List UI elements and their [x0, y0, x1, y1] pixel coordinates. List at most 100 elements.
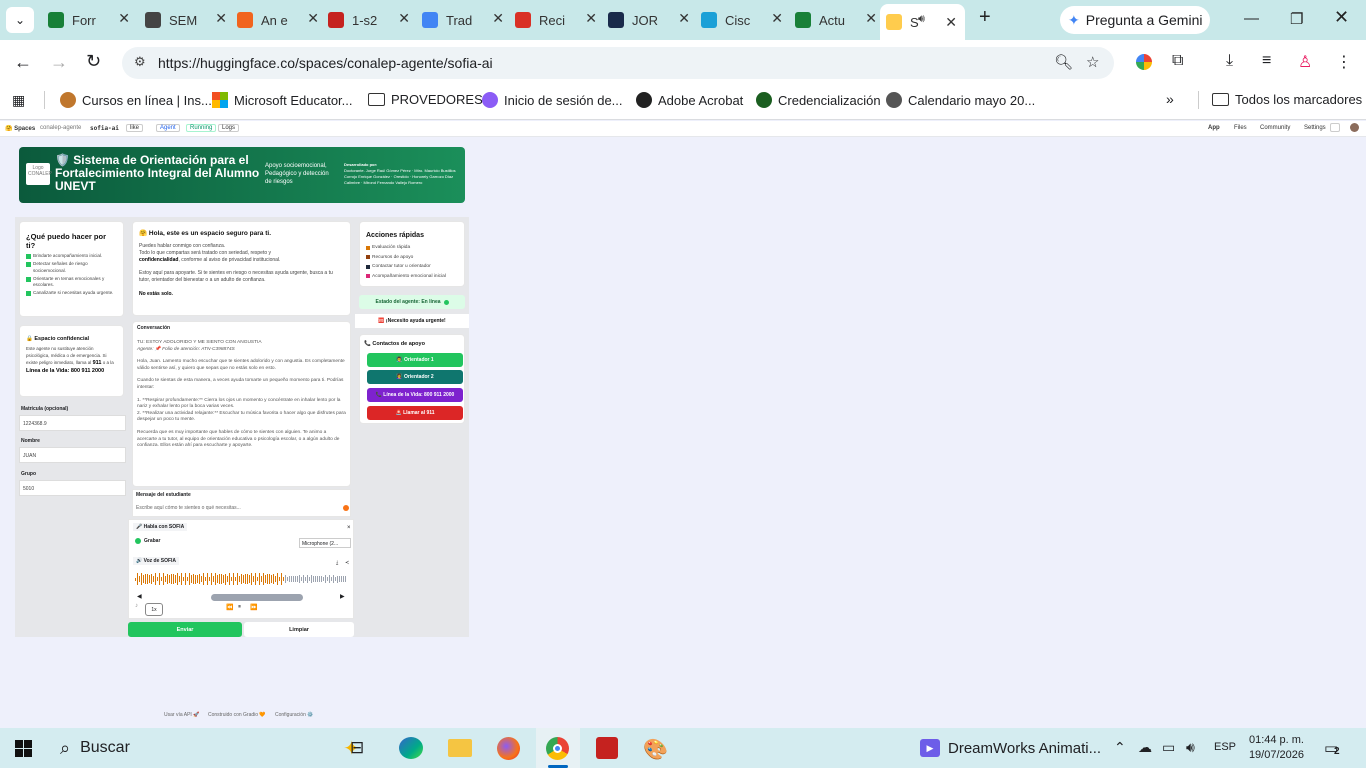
profile-sync-icon[interactable]	[1136, 54, 1152, 70]
hf-more-button[interactable]	[1330, 123, 1340, 132]
extensions-icon[interactable]: ⧉	[1172, 52, 1183, 70]
close-tab-icon[interactable]: ✕	[307, 10, 319, 27]
bookmark-item[interactable]: Cursos en línea | Ins...	[60, 92, 212, 108]
forward-audio-icon[interactable]: ⏩	[250, 604, 257, 611]
close-tab-icon[interactable]: ✕	[215, 10, 227, 27]
quick-action-item[interactable]: Contactar tutor u orientador	[366, 262, 458, 272]
microphone-select[interactable]: Microphone (2...	[299, 538, 351, 548]
record-button[interactable]: Grabar	[135, 538, 160, 544]
media-control-icon[interactable]: ≡	[1262, 52, 1271, 70]
browser-tab[interactable]: Cisc ✕	[701, 6, 783, 34]
minimize-icon[interactable]: —	[1244, 10, 1259, 27]
download-icon[interactable]: ⤓	[1226, 52, 1233, 70]
hf-owner[interactable]: conalep-agente	[40, 125, 81, 131]
hf-like-button[interactable]: like	[126, 124, 144, 132]
scroll-right-icon[interactable]: ▶	[340, 593, 345, 600]
hf-user-avatar[interactable]	[1350, 123, 1359, 132]
contact-button[interactable]: 🚨 Llamar al 911	[367, 406, 463, 420]
cloud-sync-icon[interactable]: ☁	[1138, 739, 1152, 756]
browser-tab[interactable]: Trad ✕	[422, 6, 504, 34]
profile-avatar-icon[interactable]: ♙	[1298, 52, 1312, 72]
site-info-icon[interactable]: ⚙	[134, 54, 146, 70]
edge-icon[interactable]	[399, 737, 423, 759]
bookmark-item[interactable]: Credencialización	[756, 92, 881, 108]
hf-nav-files[interactable]: Files	[1234, 125, 1247, 131]
contact-button[interactable]: 👩‍🏫 Orientador 2	[367, 370, 463, 384]
voice-share-icon[interactable]: ≺	[345, 560, 349, 566]
close-tab-icon[interactable]: ✕	[771, 10, 783, 27]
forward-icon[interactable]: →	[50, 52, 68, 73]
footer-built-with[interactable]: Construido con Gradio 🧡	[208, 712, 266, 718]
task-view-icon[interactable]: ⊟	[350, 738, 364, 758]
contact-button[interactable]: 📞 Línea de la Vida: 800 911 2000	[367, 388, 463, 402]
firefox-icon[interactable]	[497, 737, 520, 760]
audio-waveform[interactable]	[135, 573, 349, 585]
audio-scrollbar[interactable]	[211, 594, 303, 601]
tab-audio-icon[interactable]: 🔊︎	[918, 13, 925, 26]
start-windows-icon[interactable]	[15, 740, 32, 757]
footer-api-link[interactable]: Usar vía API 🚀	[164, 712, 199, 718]
more-bookmarks-icon[interactable]: »	[1166, 91, 1174, 107]
bookmark-item[interactable]: PROVEDORES	[368, 92, 483, 107]
apps-grid-icon[interactable]: ▦	[12, 92, 25, 109]
close-tab-icon[interactable]: ✕	[585, 10, 597, 27]
all-bookmarks-folder[interactable]: Todos los marcadores	[1212, 92, 1362, 107]
browser-tab[interactable]: Forr ✕	[48, 6, 130, 34]
language-indicator[interactable]: ESP	[1214, 741, 1236, 753]
chrome-taskbar-button[interactable]	[536, 728, 580, 768]
clock[interactable]: 01:44 p. m. 19/07/2026	[1248, 733, 1304, 763]
browser-tab[interactable]: 1-s2 ✕	[328, 6, 410, 34]
close-tab-icon[interactable]: ✕	[945, 14, 957, 31]
network-icon[interactable]: ▭	[1162, 739, 1175, 756]
new-tab-icon[interactable]: +	[979, 6, 991, 29]
quick-action-item[interactable]: Acompañamiento emocional inicial	[366, 272, 458, 282]
browser-tab[interactable]: SEM ✕	[145, 6, 227, 34]
clear-button[interactable]: Limpiar	[244, 622, 354, 637]
message-input[interactable]: Escribe aquí cómo te sientes o qué neces…	[136, 505, 346, 511]
grupo-input[interactable]: 5010	[19, 480, 126, 496]
browser-tab[interactable]: Actu ✕	[795, 6, 877, 34]
hf-nav-app[interactable]: App	[1208, 125, 1220, 131]
pause-icon[interactable]: ⏸	[238, 604, 241, 611]
urgent-help-button[interactable]: 🆘 ¡Necesito ayuda urgente!	[355, 314, 469, 328]
close-tab-icon[interactable]: ✕	[398, 10, 410, 27]
paint-icon[interactable]: 🎨	[643, 737, 668, 762]
zoom-icon[interactable]: 🔍︎	[1054, 53, 1073, 71]
bookmark-item[interactable]: Inicio de sesión de...	[482, 92, 623, 108]
close-window-icon[interactable]: ✕	[1334, 7, 1349, 28]
hf-repo[interactable]: sofia-ai	[90, 125, 119, 132]
voice-download-icon[interactable]: ⤓	[336, 560, 338, 566]
bookmark-item[interactable]: Microsoft Educator...	[212, 92, 353, 108]
talk-close-icon[interactable]: ×	[347, 525, 351, 531]
quick-action-item[interactable]: Recursos de apoyo	[366, 253, 458, 263]
menu-kebab-icon[interactable]: ⋮	[1336, 52, 1352, 72]
browser-tab[interactable]: JOR ✕	[608, 6, 690, 34]
browser-tab[interactable]: S 🔊︎ ✕	[880, 4, 965, 40]
bookmark-star-icon[interactable]: ☆	[1086, 53, 1099, 71]
restore-icon[interactable]: ❐	[1290, 10, 1303, 28]
matricula-input[interactable]: 1224368.9	[19, 415, 126, 431]
contact-button[interactable]: 👨‍🏫 Orientador 1	[367, 353, 463, 367]
volume-tray-icon[interactable]: 🔊︎	[1186, 739, 1195, 756]
grammar-hint-icon[interactable]	[343, 505, 349, 511]
hf-nav-community[interactable]: Community	[1260, 125, 1290, 131]
scroll-left-icon[interactable]: ◀	[137, 593, 142, 600]
close-tab-icon[interactable]: ✕	[118, 10, 130, 27]
browser-tab[interactable]: An e ✕	[237, 6, 319, 34]
reload-icon[interactable]: ↻	[86, 51, 101, 72]
close-tab-icon[interactable]: ✕	[492, 10, 504, 27]
nombre-input[interactable]: JUAN	[19, 447, 126, 463]
tab-search-chevron-icon[interactable]: ⌄	[6, 7, 34, 33]
bookmark-item[interactable]: Calendario mayo 20...	[886, 92, 1035, 108]
close-tab-icon[interactable]: ✕	[678, 10, 690, 27]
volume-icon[interactable]: ♪	[135, 603, 138, 609]
bookmark-item[interactable]: Adobe Acrobat	[636, 92, 743, 108]
quick-action-item[interactable]: Evaluación rápida	[366, 243, 458, 253]
taskbar-search[interactable]: ⌕ Buscar ✦	[48, 728, 372, 768]
address-bar[interactable]: ⚙ https://huggingface.co/spaces/conalep-…	[122, 47, 1114, 79]
hf-spaces-link[interactable]: 🤗 Spaces	[5, 125, 35, 132]
footer-settings-link[interactable]: Configuración ⚙️	[275, 712, 313, 718]
send-button[interactable]: Enviar	[128, 622, 242, 637]
tray-chevron-icon[interactable]: ⌃	[1114, 739, 1126, 756]
browser-tab[interactable]: Reci ✕	[515, 6, 597, 34]
